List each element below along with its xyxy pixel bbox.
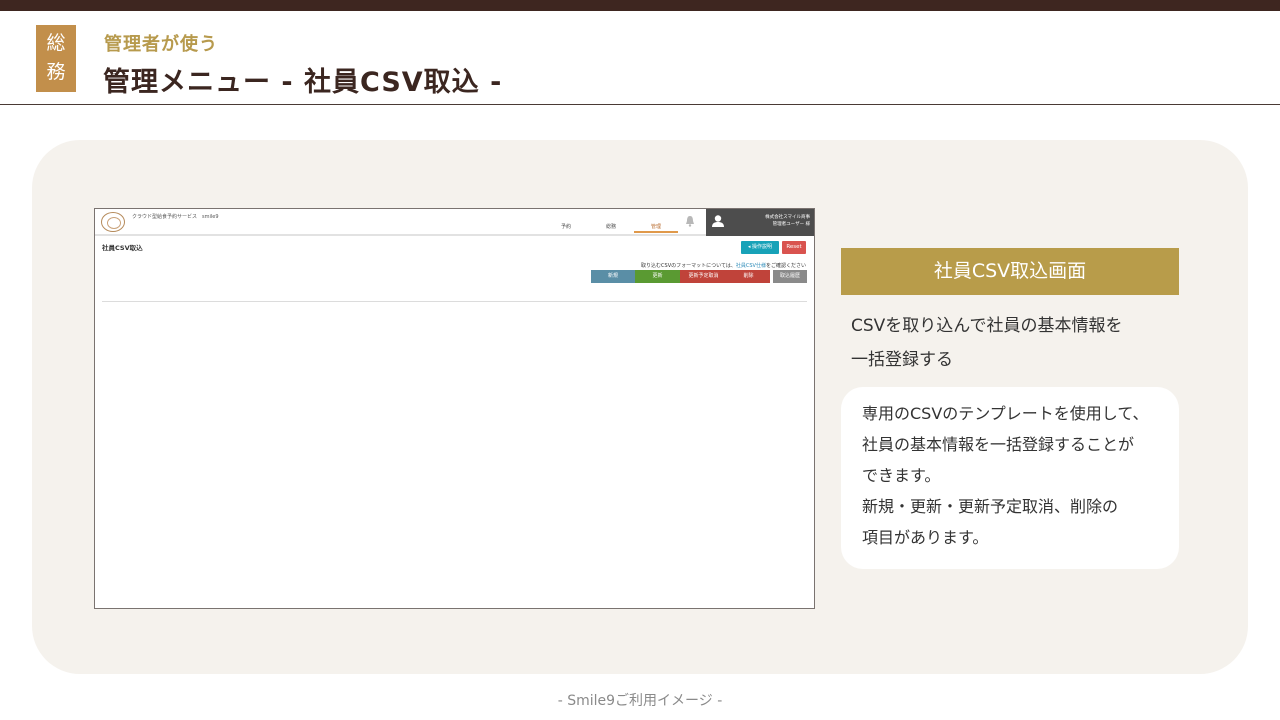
user-name: 管理者ユーザー 様 [772, 222, 810, 227]
service-name: クラウド型給食予約サービス smile9 [132, 214, 219, 220]
cancel-scheduled-update-button[interactable]: 更新予定取消 [680, 270, 727, 283]
nav-item-admin[interactable]: 管理 [634, 223, 678, 233]
nav-item-general-affairs[interactable]: 総務 [589, 223, 633, 233]
company-info: 株式会社スマイル商事 管理者ユーザー 様 [765, 214, 810, 228]
screen-caption: 社員CSV取込画面 [841, 248, 1179, 295]
detail-line: 新規・更新・更新予定取消、削除の [862, 497, 1119, 516]
detail-text: 専用のCSVのテンプレートを使用して、 社員の基本情報を一括登録することが でき… [862, 398, 1149, 553]
detail-line: できます。 [862, 466, 941, 485]
content-divider [102, 301, 807, 302]
footer-caption: - Smile9ご利用イメージ - [557, 693, 723, 709]
bell-icon[interactable] [685, 215, 695, 227]
help-button-label: 操作説明 [752, 244, 773, 250]
user-menu[interactable]: 株式会社スマイル商事 管理者ユーザー 様 [706, 209, 814, 236]
page-title: 管理メニュー - 社員CSV取込 - [103, 67, 503, 98]
delete-button[interactable]: 削除 [727, 270, 770, 283]
csv-spec-link[interactable]: 社員CSV仕様 [736, 263, 766, 269]
user-avatar-icon [712, 215, 724, 227]
update-button[interactable]: 更新 [635, 270, 680, 283]
screen-summary: CSVを取り込んで社員の基本情報を 一括登録する [851, 309, 1171, 377]
summary-line: CSVを取り込んで社員の基本情報を [851, 316, 1123, 336]
top-bar [0, 0, 1280, 11]
help-button[interactable]: ◂ 操作説明 [741, 241, 779, 254]
detail-line: 社員の基本情報を一括登録することが [862, 435, 1135, 454]
company-name: 株式会社スマイル商事 [765, 215, 810, 220]
detail-line: 専用のCSVのテンプレートを使用して、 [862, 404, 1149, 423]
app-screenshot: クラウド型給食予約サービス smile9 予約 総務 管理 株式会社スマイル商事… [94, 208, 815, 609]
format-note: 取り込むCSVのフォーマットについては、社員CSV仕様をご確認ください [641, 262, 806, 269]
page-subtitle: 管理者が使う [104, 34, 218, 55]
app-header: クラウド型給食予約サービス smile9 予約 総務 管理 株式会社スマイル商事… [95, 209, 814, 236]
format-note-prefix: 取り込むCSVのフォーマットについては、 [641, 263, 736, 269]
nav-item-reserve[interactable]: 予約 [544, 223, 588, 233]
department-tag-char-2: 務 [46, 61, 66, 83]
screen-page-title: 社員CSV取込 [102, 244, 143, 252]
import-history-button[interactable]: 取込履歴 [773, 270, 807, 283]
detail-line: 項目があります。 [862, 528, 989, 547]
summary-line: 一括登録する [851, 350, 953, 370]
reset-button[interactable]: Reset [782, 241, 806, 254]
format-note-suffix: をご確認ください [765, 263, 806, 269]
department-tag: 総 務 [36, 25, 76, 92]
department-tag-char-1: 総 [46, 32, 66, 54]
new-button[interactable]: 新規 [591, 270, 635, 283]
detail-box: 専用のCSVのテンプレートを使用して、 社員の基本情報を一括登録することが でき… [841, 387, 1179, 569]
smile9-logo-icon [101, 212, 125, 232]
header-divider [0, 104, 1280, 105]
